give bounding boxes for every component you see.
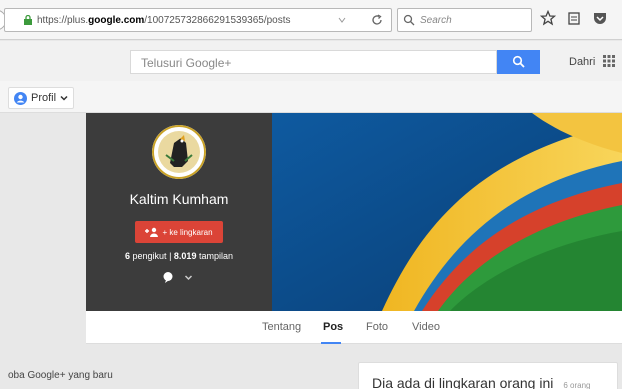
cover-art-image <box>272 113 622 311</box>
profile-tabs: Tentang Pos Foto Video <box>86 311 622 344</box>
in-circles-card[interactable]: Dia ada di lingkaran orang ini 6 orang <box>358 362 618 389</box>
profile-avatar[interactable] <box>152 125 206 179</box>
add-person-icon <box>145 227 159 237</box>
profile-menu-label: Profil <box>31 92 57 104</box>
bookmark-star-icon[interactable] <box>540 10 556 26</box>
toolbar-icons <box>540 10 608 26</box>
profile-person-icon <box>14 91 27 105</box>
add-to-circle-label: + ke lingkaran <box>162 227 213 237</box>
avatar-logo-icon <box>152 125 206 179</box>
browser-search-field[interactable]: Search <box>397 8 532 32</box>
profile-more-row <box>162 271 193 283</box>
browser-toolbar: https://plus.google.com/1007257328662915… <box>0 0 622 40</box>
browser-search-placeholder: Search <box>420 14 452 26</box>
profile-stats: 6 pengikut | 8.019 tampilan <box>86 251 272 261</box>
try-new-gplus-link[interactable]: oba Google+ yang baru <box>8 370 113 381</box>
url-text: https://plus.google.com/1007257328662915… <box>37 14 291 26</box>
tab-tentang[interactable]: Tentang <box>262 321 301 333</box>
in-circles-count: 6 orang <box>563 381 591 389</box>
chevron-down-icon <box>60 95 68 101</box>
tab-foto[interactable]: Foto <box>366 321 388 333</box>
profile-name: Kaltim Kumham <box>129 191 229 207</box>
message-bubble-icon[interactable] <box>162 271 174 283</box>
page-subbar: Profil <box>0 81 622 113</box>
in-circles-title: Dia ada di lingkaran orang ini <box>372 375 554 389</box>
url-controls <box>325 8 395 32</box>
active-tab-indicator <box>321 342 341 344</box>
views-label: tampilan <box>198 251 233 261</box>
tab-pos[interactable]: Pos <box>323 321 343 333</box>
tab-video[interactable]: Video <box>412 321 440 333</box>
add-to-circle-button[interactable]: + ke lingkaran <box>135 221 223 243</box>
dropdown-arrow-icon[interactable] <box>337 15 347 25</box>
views-count: 8.019 <box>173 251 197 261</box>
gplus-header: Telusuri Google+ Dahri <box>0 41 622 81</box>
reload-icon[interactable] <box>371 14 383 26</box>
search-icon <box>512 55 525 68</box>
pocket-icon[interactable] <box>592 10 608 26</box>
apps-grid-icon[interactable] <box>603 55 615 67</box>
profile-menu-button[interactable]: Profil <box>8 87 75 109</box>
reading-list-icon[interactable] <box>566 10 582 26</box>
chevron-down-icon[interactable] <box>184 273 193 282</box>
user-name-link[interactable]: Dahri <box>569 56 595 68</box>
search-icon <box>403 14 415 26</box>
followers-count: 6 <box>125 251 131 261</box>
profile-info-panel: Kaltim Kumham + ke lingkaran 6 pengikut … <box>86 113 272 311</box>
lock-icon <box>24 15 32 25</box>
gplus-search-button[interactable] <box>497 50 540 74</box>
followers-label: pengikut <box>132 251 167 261</box>
cover-photo[interactable] <box>272 113 622 311</box>
gplus-search-input[interactable]: Telusuri Google+ <box>130 50 497 74</box>
